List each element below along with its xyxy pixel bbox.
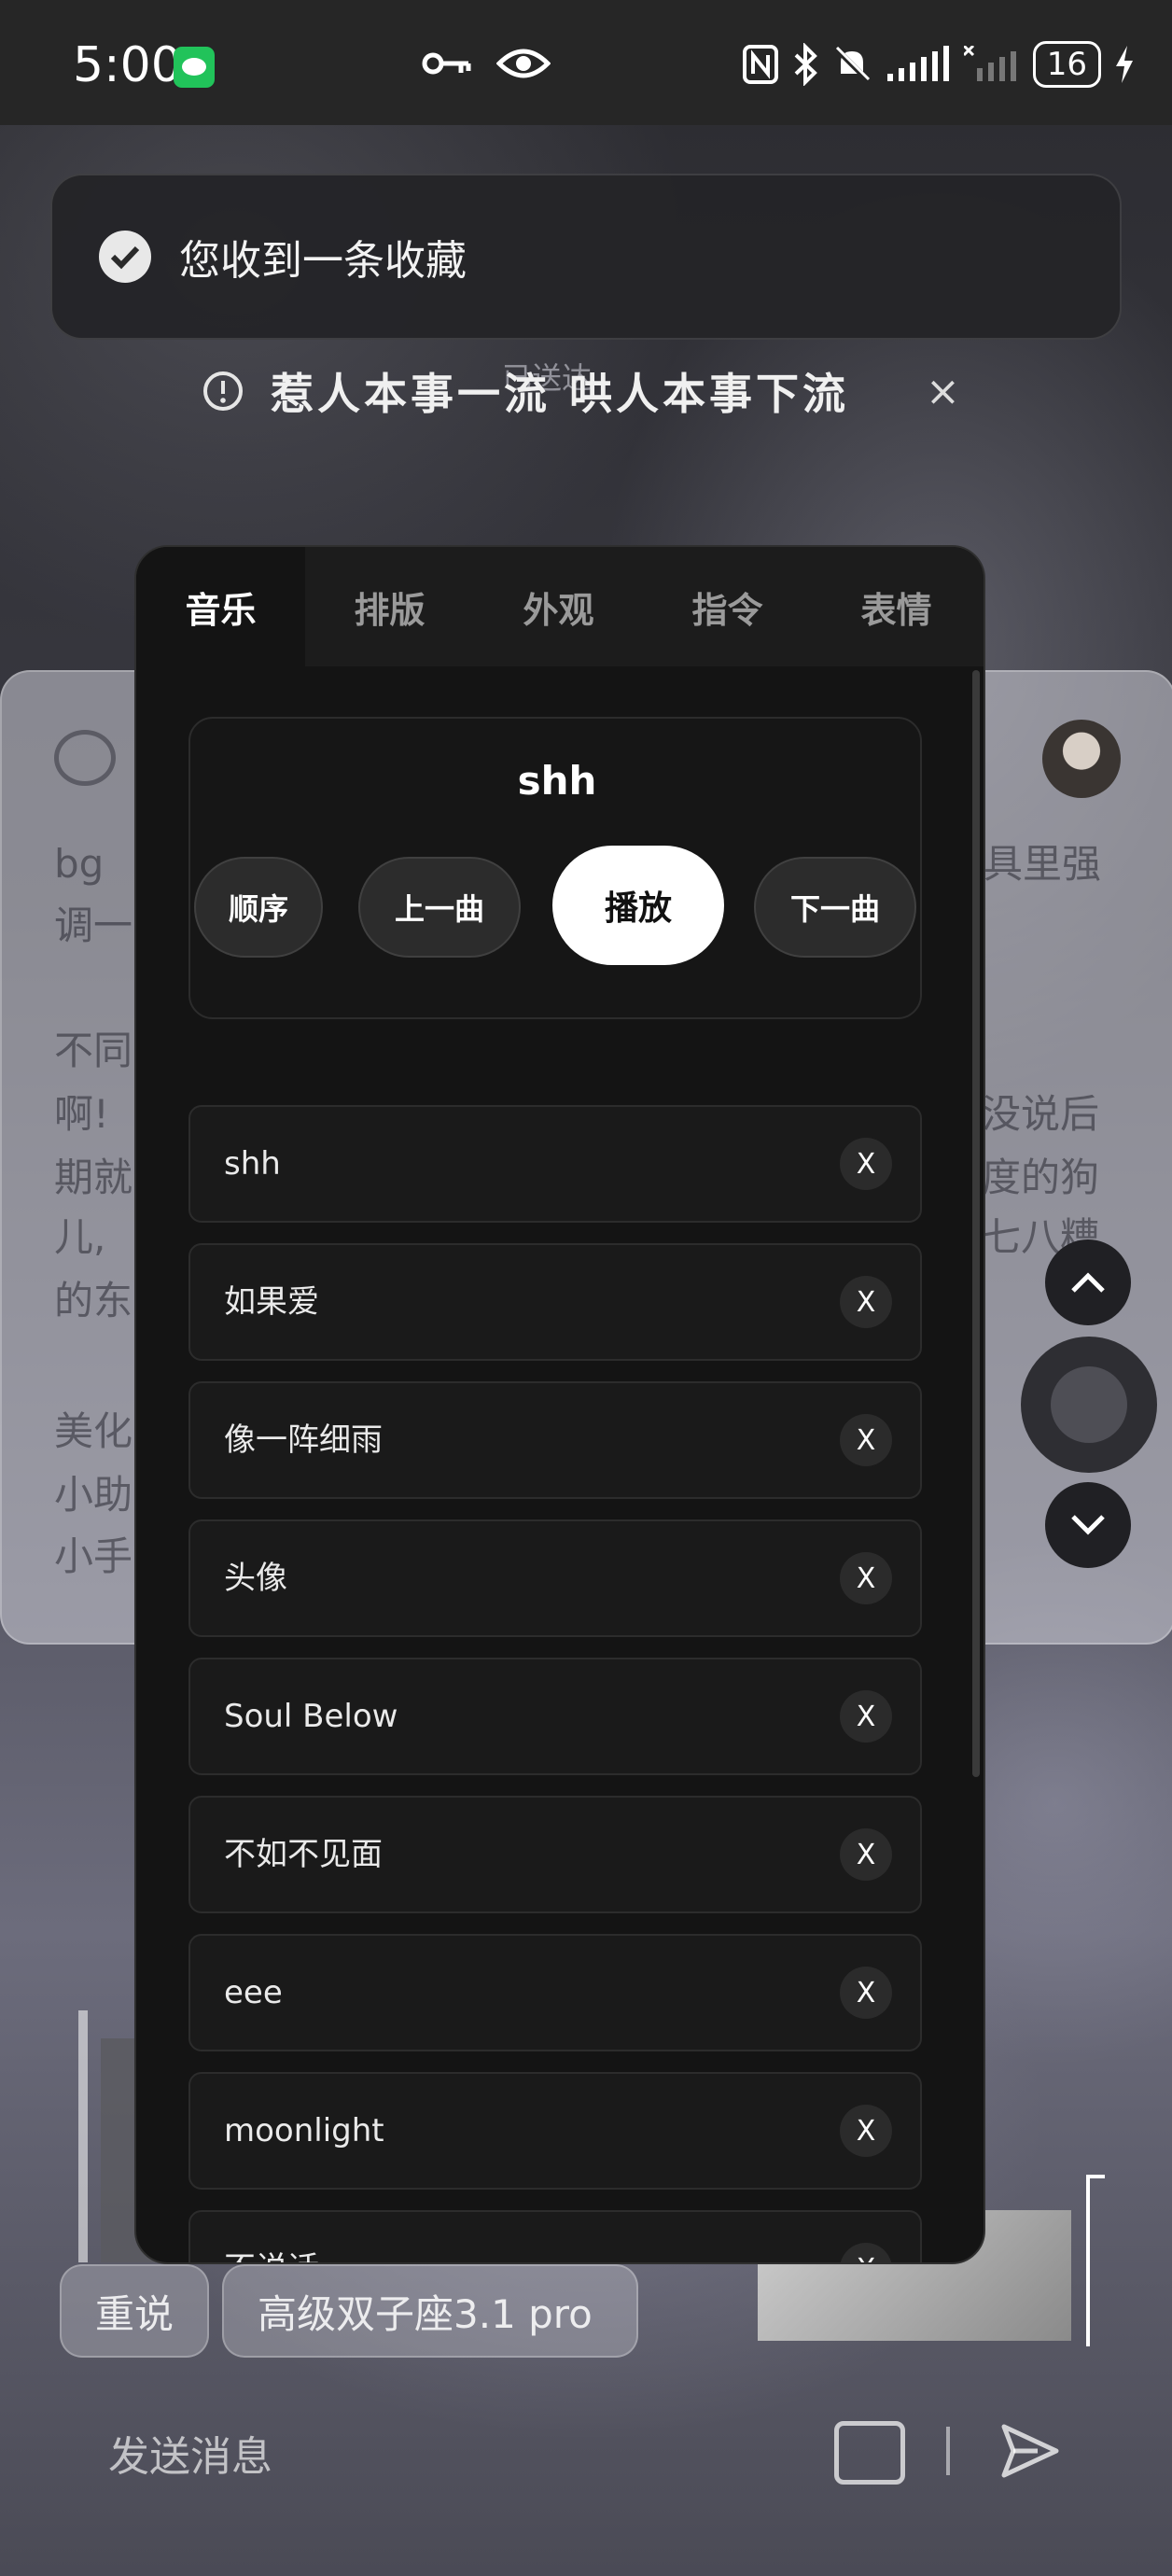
- remove-song-button[interactable]: X: [840, 2243, 892, 2262]
- check-icon: [99, 231, 151, 283]
- image-frame-edge: [78, 2010, 88, 2262]
- card-text-line: 度的狗: [982, 1155, 1100, 1200]
- next-button[interactable]: 下一曲: [754, 857, 916, 958]
- playlist-item[interactable]: shh X: [188, 1105, 922, 1223]
- playlist-item[interactable]: 如果爱 X: [188, 1243, 922, 1361]
- playlist-item[interactable]: 不如不见面 X: [188, 1796, 922, 1913]
- status-bar: 5:00 16: [0, 0, 1172, 125]
- notification-banner[interactable]: 您收到一条收藏: [50, 174, 1122, 340]
- signal-no-sim-icon: [963, 46, 1016, 81]
- scrollbar[interactable]: [972, 670, 980, 1777]
- playlist-item-name: Soul Below: [224, 1698, 398, 1735]
- remove-song-button[interactable]: X: [840, 1276, 892, 1328]
- playlist-item-name: 头像: [224, 1560, 287, 1597]
- toolbox-icon[interactable]: [834, 2421, 905, 2485]
- playlist-item[interactable]: moonlight X: [188, 2072, 922, 2190]
- remove-song-button[interactable]: X: [840, 1552, 892, 1604]
- playlist-item-name: 像一阵细雨: [224, 1421, 383, 1459]
- tab-music[interactable]: 音乐: [136, 547, 305, 666]
- playlist-item-name: 如果爱: [224, 1283, 319, 1321]
- scroll-up-button[interactable]: [1045, 1239, 1131, 1325]
- battery-indicator: 16: [1032, 41, 1101, 88]
- retry-button[interactable]: 重说: [60, 2264, 209, 2358]
- playlist-item[interactable]: 头像 X: [188, 1519, 922, 1637]
- floating-button-knob: [1051, 1366, 1127, 1443]
- remove-song-button[interactable]: X: [840, 2105, 892, 2157]
- music-player: shh 顺序 上一曲 播放 下一曲: [188, 717, 922, 1019]
- remove-song-button[interactable]: X: [840, 1828, 892, 1881]
- panel-tabs: 音乐 排版 外观 指令 表情: [136, 547, 984, 666]
- scroll-down-button[interactable]: [1045, 1482, 1131, 1568]
- order-button[interactable]: 顺序: [194, 857, 323, 958]
- card-text-line: 调一: [54, 903, 133, 948]
- chevron-down-icon: [1071, 1515, 1105, 1535]
- toast-text: 惹人本事一流 哄人本事下流: [271, 369, 850, 419]
- bluetooth-icon: [794, 43, 817, 86]
- playlist-item-name: eee: [224, 1974, 283, 2011]
- playlist-item[interactable]: 像一阵细雨 X: [188, 1381, 922, 1499]
- playlist-item-name: 不如不见面: [224, 1836, 383, 1873]
- card-text-line: 没说后: [982, 1091, 1100, 1137]
- send-icon[interactable]: [1000, 2423, 1060, 2479]
- previous-button[interactable]: 上一曲: [358, 857, 521, 958]
- model-select-button[interactable]: 高级双子座3.1 pro: [222, 2264, 638, 2358]
- remove-song-button[interactable]: X: [840, 1414, 892, 1466]
- eye-icon: [496, 49, 551, 78]
- info-icon: [203, 371, 243, 411]
- playlist-item[interactable]: eee X: [188, 1934, 922, 2051]
- card-text-line: 美化: [54, 1408, 133, 1454]
- floating-home-button[interactable]: [1021, 1337, 1157, 1473]
- remove-song-button[interactable]: X: [840, 1690, 892, 1743]
- status-time: 5:00: [73, 37, 182, 93]
- key-icon: [422, 52, 471, 75]
- card-text-line: 期就: [54, 1155, 133, 1200]
- mute-bell-icon: [832, 45, 871, 84]
- card-text-line: 儿,: [54, 1214, 106, 1260]
- play-button[interactable]: 播放: [552, 846, 724, 965]
- avatar[interactable]: [1042, 720, 1121, 798]
- remove-song-button[interactable]: X: [840, 1138, 892, 1190]
- image-frame-edge: [1086, 2175, 1105, 2346]
- tab-appearance[interactable]: 外观: [474, 547, 643, 666]
- message-input[interactable]: 发送消息: [108, 2423, 272, 2483]
- chevron-up-icon: [1071, 1272, 1105, 1293]
- nfc-icon: [742, 45, 778, 84]
- card-text-line: 不同: [54, 1028, 133, 1073]
- playlist-item[interactable]: Soul Below X: [188, 1658, 922, 1775]
- card-text-line: 啊!: [54, 1091, 109, 1137]
- notification-text: 您收到一条收藏: [179, 237, 467, 285]
- now-playing-title: shh: [517, 758, 597, 804]
- tab-layout[interactable]: 排版: [305, 547, 474, 666]
- card-text-line: bg: [54, 841, 105, 887]
- tab-emoji[interactable]: 表情: [812, 547, 981, 666]
- card-text-line: 具里强: [984, 841, 1102, 887]
- music-panel: 音乐 排版 外观 指令 表情 shh 顺序 上一曲 播放 下一曲 shh X 如…: [134, 545, 985, 2264]
- playlist-item-name: shh: [224, 1145, 281, 1183]
- charging-icon: [1116, 46, 1133, 83]
- card-text-line: 小手: [54, 1533, 133, 1579]
- playlist-item-name: 不说话: [224, 2212, 319, 2262]
- signal-icon: [886, 46, 949, 81]
- divider: [946, 2427, 950, 2475]
- toast-message: 惹人本事一流 哄人本事下流: [202, 360, 849, 422]
- playlist-item[interactable]: 不说话 X: [188, 2210, 922, 2262]
- wechat-icon: [174, 47, 215, 88]
- tab-commands[interactable]: 指令: [643, 547, 812, 666]
- playlist-item-name: moonlight: [224, 2112, 384, 2149]
- close-icon[interactable]: ×: [926, 368, 960, 415]
- card-text-line: 的东: [54, 1278, 133, 1323]
- chat-bubble-icon: [54, 730, 116, 786]
- card-text-line: 小助: [54, 1472, 133, 1518]
- remove-song-button[interactable]: X: [840, 1967, 892, 2019]
